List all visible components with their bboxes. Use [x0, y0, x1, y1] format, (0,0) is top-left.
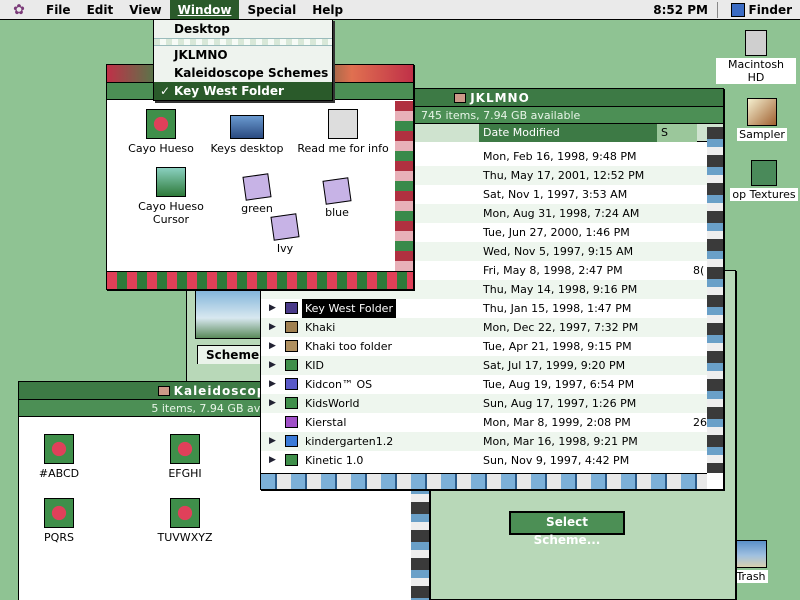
menubar-clock[interactable]: 8:52 PM: [653, 0, 708, 20]
file-cayo-hueso[interactable]: Cayo Hueso: [111, 109, 211, 155]
application-menu[interactable]: Finder: [730, 0, 793, 20]
document-icon: [322, 177, 352, 205]
finder-icon: [730, 3, 745, 17]
menu-special[interactable]: Special: [239, 0, 304, 20]
application-icon: [285, 416, 298, 428]
vertical-scrollbar[interactable]: [707, 127, 723, 473]
application-menu-label: Finder: [748, 3, 793, 17]
menu-bar: ✿ File Edit View Window Special Help 8:5…: [0, 0, 800, 20]
table-row[interactable]: ▶ KidsWorld Sun, Aug 17, 1997, 1:26 PM: [261, 394, 707, 413]
checkmark-icon: ✓: [160, 84, 171, 98]
menu-window[interactable]: Window: [169, 0, 240, 20]
flower-folder-icon: [146, 109, 176, 139]
disclosure-triangle-icon[interactable]: ▶: [269, 337, 276, 356]
table-row[interactable]: Kierstal Mon, Mar 8, 1999, 2:08 PM 26: [261, 413, 707, 432]
folder-icon: [285, 340, 298, 352]
disclosure-triangle-icon[interactable]: ▶: [269, 375, 276, 394]
folder-icon: [454, 93, 467, 103]
folder-icon: [157, 386, 170, 396]
table-row[interactable]: ▶ Key West Folder Thu, Jan 15, 1998, 1:47 …: [261, 299, 707, 318]
size-column-header[interactable]: S: [657, 124, 697, 142]
menu-file[interactable]: File: [38, 0, 79, 20]
folder-efghi[interactable]: EFGHI: [135, 434, 235, 480]
menubar-divider: [717, 2, 718, 18]
folder-abcd[interactable]: #ABCD: [19, 434, 109, 480]
window-title: JKLMNO: [470, 91, 530, 105]
file-keys-desktop[interactable]: Keys desktop: [197, 115, 297, 155]
menu-view[interactable]: View: [121, 0, 169, 20]
file-blue[interactable]: blue: [287, 177, 387, 219]
disclosure-triangle-icon[interactable]: ▶: [269, 432, 276, 451]
document-icon: [270, 213, 300, 241]
folder-icon: [285, 435, 298, 447]
menu-item-desktop[interactable]: Desktop: [154, 20, 332, 38]
apple-menu-icon[interactable]: ✿: [0, 2, 38, 18]
disclosure-triangle-icon[interactable]: ▶: [269, 299, 276, 318]
folder-icon: [285, 378, 298, 390]
folder-pqrs[interactable]: PQRS: [19, 498, 109, 544]
menu-help[interactable]: Help: [304, 0, 351, 20]
folder-icon: [285, 397, 298, 409]
folder-icon: [285, 359, 298, 371]
folder-icon: [751, 160, 777, 186]
flower-folder-icon: [170, 434, 200, 464]
disclosure-triangle-icon[interactable]: ▶: [269, 451, 276, 470]
menu-item-kaleidoscope[interactable]: Kaleidoscope Schemes: [154, 64, 332, 82]
folder-icon: [285, 321, 298, 333]
flower-folder-icon: [170, 498, 200, 528]
file-ivy[interactable]: Ivy: [235, 213, 335, 255]
table-row[interactable]: ▶ Kidcon™ OS Tue, Aug 19, 1997, 6:54 PM: [261, 375, 707, 394]
folder-icon: [285, 302, 298, 314]
menu-divider: [154, 38, 332, 46]
table-row[interactable]: ▶ Khaki Mon, Dec 22, 1997, 7:32 PM: [261, 318, 707, 337]
window-menu-dropdown: Desktop JKLMNO Kaleidoscope Schemes ✓ Ke…: [153, 19, 333, 101]
table-row[interactable]: ▶ Kinetic 1.0 Sun, Nov 9, 1997, 4:42 PM: [261, 451, 707, 470]
table-row[interactable]: ▶ KID Sat, Jul 17, 1999, 9:20 PM: [261, 356, 707, 375]
pen-document-icon: [747, 98, 777, 126]
file-read-me[interactable]: Read me for info: [293, 109, 393, 155]
desktop-icon-macintosh-hd[interactable]: Macintosh HD: [716, 30, 796, 84]
file-cayo-hueso-cursor[interactable]: Cayo Hueso Cursor: [121, 167, 221, 226]
menu-edit[interactable]: Edit: [79, 0, 122, 20]
hard-disk-icon: [745, 30, 767, 56]
vertical-scrollbar[interactable]: [395, 101, 413, 271]
palm-tree-icon: [156, 167, 186, 197]
horizontal-scrollbar[interactable]: [107, 271, 413, 289]
tab-scheme[interactable]: Scheme: [197, 345, 269, 364]
menu-item-jklmno[interactable]: JKLMNO: [154, 46, 332, 64]
document-icon: [242, 173, 272, 201]
disclosure-triangle-icon[interactable]: ▶: [269, 318, 276, 337]
folder-icon: [285, 454, 298, 466]
desktop-icon-sampler[interactable]: Sampler: [728, 98, 796, 141]
flower-folder-icon: [44, 434, 74, 464]
trash-icon: [735, 540, 767, 568]
select-scheme-button[interactable]: Select Scheme...: [509, 511, 625, 547]
document-icon: [328, 109, 358, 139]
table-row[interactable]: ▶ kindergarten1.2 Mon, Mar 16, 1998, 9:21 …: [261, 432, 707, 451]
picture-icon: [230, 115, 264, 139]
disclosure-triangle-icon[interactable]: ▶: [269, 394, 276, 413]
disclosure-triangle-icon[interactable]: ▶: [269, 356, 276, 375]
menu-item-keywest-label: Key West Folder: [174, 84, 284, 98]
date-column-header[interactable]: Date Modified: [479, 124, 657, 142]
flower-folder-icon: [44, 498, 74, 528]
menu-item-keywest[interactable]: ✓ Key West Folder: [154, 82, 332, 100]
horizontal-scrollbar[interactable]: [261, 473, 707, 489]
folder-tuvwxyz[interactable]: TUVWXYZ: [135, 498, 235, 544]
desktop-icon-textures[interactable]: op Textures: [730, 160, 798, 201]
table-row[interactable]: ▶ Khaki too folder Tue, Apr 21, 1998, 9:15…: [261, 337, 707, 356]
